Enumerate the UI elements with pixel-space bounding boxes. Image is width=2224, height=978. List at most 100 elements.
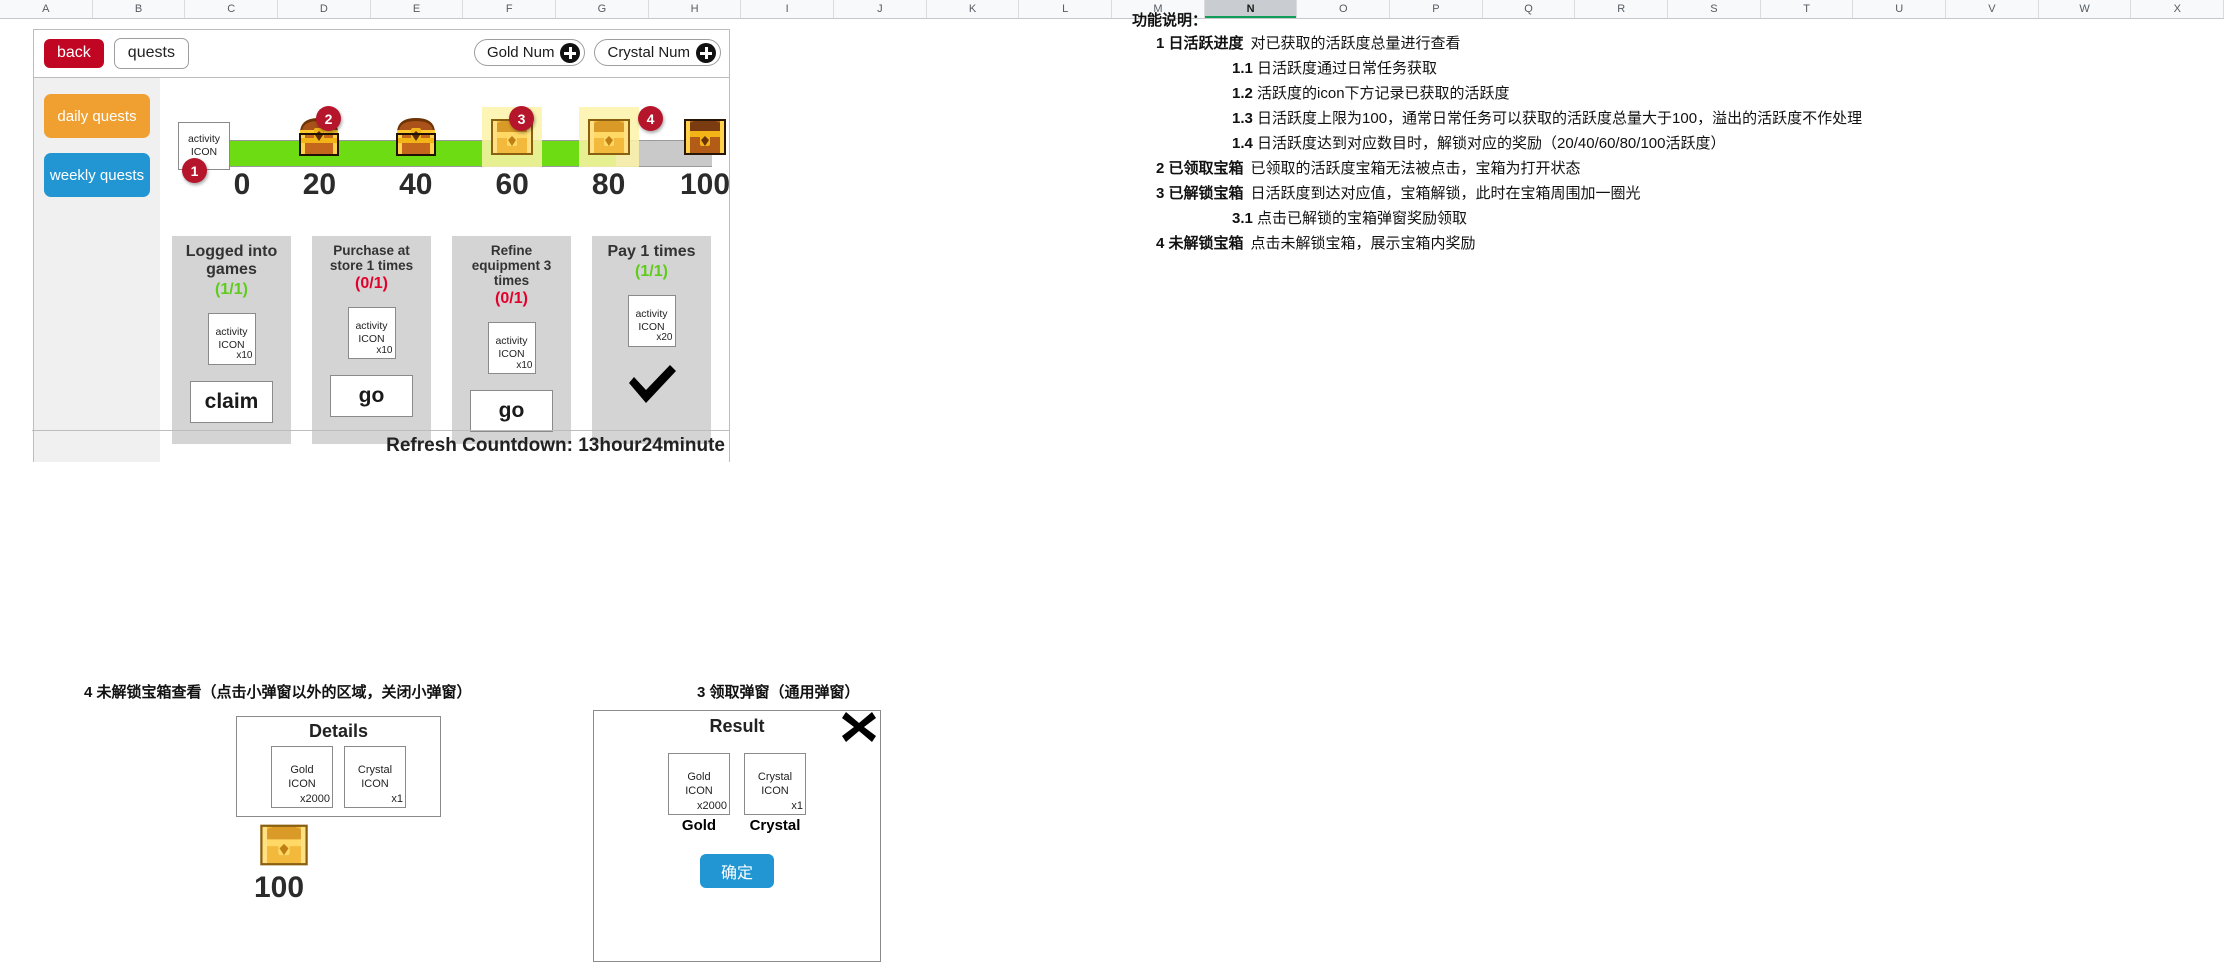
quest-card-title: Purchase at store 1 times xyxy=(329,243,414,274)
quest-card-progress-count: (1/1) xyxy=(635,262,668,280)
gold-currency-pill[interactable]: Gold Num xyxy=(473,39,586,66)
treasure-chest-icon[interactable] xyxy=(258,819,310,871)
result-item-qty: x1 xyxy=(791,799,803,812)
quest-card-title: Pay 1 times xyxy=(607,243,696,260)
crystal-currency-label: Crystal Num xyxy=(607,44,690,61)
doc-line-number: 3.1 xyxy=(1232,210,1253,227)
doc-line-1-3: 1.3 日活跃度上限为100，通常日常任务可以获取的活跃度总量大于100，溢出的… xyxy=(1132,111,2212,126)
currency-group: Gold Num Crystal Num xyxy=(473,39,721,66)
result-item-gold-column: Gold ICON x2000 Gold xyxy=(668,753,730,834)
doc-line-term: 已解锁宝箱 xyxy=(1168,185,1244,202)
result-item-crystal-column: Crystal ICON x1 Crystal xyxy=(744,753,806,834)
result-panel-title: Result xyxy=(709,716,765,736)
plus-circle-icon[interactable] xyxy=(696,43,716,63)
doc-line-3: 3 已解锁宝箱 日活跃度到达对应值，宝箱解锁，此时在宝箱周围加一圈光 xyxy=(1132,186,2212,201)
column-header-j[interactable]: J xyxy=(834,0,927,18)
quest-action-button-go[interactable]: go xyxy=(330,375,413,418)
quest-action-button-go[interactable]: go xyxy=(470,390,553,433)
confirm-button[interactable]: 确定 xyxy=(700,854,774,888)
quest-card-2: Purchase at store 1 times (0/1) activity IC… xyxy=(312,236,431,445)
column-header-d[interactable]: D xyxy=(278,0,371,18)
result-item-line1: Crystal xyxy=(757,770,793,783)
reward-item-line2: ICON xyxy=(288,778,316,790)
quest-reward-box[interactable]: activity ICON x10 xyxy=(207,312,256,365)
doc-line-text: 日活跃度达到对应数目时，解锁对应的奖励（20/40/60/80/100活跃度） xyxy=(1257,135,1726,152)
quest-reward-box[interactable]: activity ICON x10 xyxy=(487,322,536,375)
doc-line-1-1: 1.1 日活跃度通过日常任务获取 xyxy=(1132,61,2212,76)
doc-line-1: 1 日活跃进度 对已获取的活跃度总量进行查看 xyxy=(1132,36,2212,51)
sidebar-item-label: weekly quests xyxy=(49,166,145,184)
chest-100-locked[interactable] xyxy=(682,114,728,160)
quest-card-1: Logged into games (1/1) activity ICON x10 cla… xyxy=(172,236,291,445)
column-header-g[interactable]: G xyxy=(556,0,649,18)
doc-line-term: 未解锁宝箱 xyxy=(1168,235,1244,252)
result-popup-caption: 3 领取弹窗（通用弹窗） xyxy=(697,684,860,701)
annotation-badge-1: 1 xyxy=(182,158,207,183)
details-panel: Details Gold ICON x2000 Crystal ICON x1 xyxy=(236,716,441,817)
sidebar-item-daily-quests[interactable]: daily quests xyxy=(44,94,150,138)
chest-40-claimed[interactable] xyxy=(393,114,439,160)
reward-qty: x10 xyxy=(516,359,533,371)
quest-card-list: Logged into games (1/1) activity ICON x10 cla… xyxy=(172,236,712,445)
unlocked-chest-details-popup: Details Gold ICON x2000 Crystal ICON x1 … xyxy=(236,716,441,905)
back-button[interactable]: back xyxy=(44,39,104,68)
quests-button[interactable]: quests xyxy=(113,38,189,69)
doc-line-text: 点击未解锁宝箱，展示宝箱内奖励 xyxy=(1250,235,1476,252)
doc-line-text: 日活跃度通过日常任务获取 xyxy=(1257,60,1438,77)
column-header-f[interactable]: F xyxy=(463,0,557,18)
refresh-countdown-value: 13hour24minute xyxy=(578,435,725,456)
plus-circle-icon[interactable] xyxy=(560,43,581,63)
details-panel-title: Details xyxy=(308,721,369,741)
doc-line-number: 1.1 xyxy=(1232,60,1253,77)
quest-sidebar: daily quests weekly quests xyxy=(34,78,160,462)
doc-line-4: 4 未解锁宝箱 点击未解锁宝箱，展示宝箱内奖励 xyxy=(1132,236,2212,251)
result-item-name: Crystal xyxy=(749,817,801,834)
reward-item-crystal[interactable]: Crystal ICON x1 xyxy=(344,746,406,808)
quest-action-button-claim[interactable]: claim xyxy=(190,380,273,423)
doc-line-number: 1 xyxy=(1156,35,1165,52)
annotation-badge-2: 2 xyxy=(316,106,341,131)
result-item-gold[interactable]: Gold ICON x2000 xyxy=(668,753,730,815)
close-x-icon[interactable] xyxy=(839,707,879,747)
doc-line-text: 日活跃度到达对应值，宝箱解锁，此时在宝箱周围加一圈光 xyxy=(1250,185,1641,202)
column-header-k[interactable]: K xyxy=(927,0,1020,18)
details-popup-caption: 4 未解锁宝箱查看（点击小弹窗以外的区域，关闭小弹窗） xyxy=(84,684,472,701)
doc-line-text: 点击已解锁的宝箱弹窗奖励领取 xyxy=(1257,210,1468,227)
doc-line-1-2: 1.2 活跃度的icon下方记录已获取的活跃度 xyxy=(1132,86,2212,101)
result-item-crystal[interactable]: Crystal ICON x1 xyxy=(744,753,806,815)
column-header-a[interactable]: A xyxy=(0,0,93,18)
quest-screen-mockup: back quests Gold Num Crystal Num daily q… xyxy=(32,29,730,462)
column-header-e[interactable]: E xyxy=(371,0,464,18)
claim-result-popup: Result Gold ICON x2000 Gold Crystal ICON… xyxy=(593,710,881,962)
doc-line-text: 对已获取的活跃度总量进行查看 xyxy=(1250,35,1461,52)
tick-label-40: 40 xyxy=(399,168,433,201)
quest-card-3: Refine equipment 3 times (0/1) activity ICO… xyxy=(452,236,571,445)
functional-spec-panel: 功能说明： 1 日活跃进度 对已获取的活跃度总量进行查看 1.1 日活跃度通过日常任… xyxy=(1132,13,2212,261)
doc-line-number: 4 xyxy=(1156,235,1165,252)
quest-reward-box[interactable]: activity ICON x10 xyxy=(347,307,396,360)
quest-card-4: Pay 1 times (1/1) activity ICON x20 xyxy=(592,236,711,445)
doc-line-2: 2 已领取宝箱 已领取的活跃度宝箱无法被点击，宝箱为打开状态 xyxy=(1132,161,2212,176)
quest-completed-check-icon xyxy=(610,363,693,405)
details-chest-value: 100 xyxy=(254,871,305,904)
column-header-l[interactable]: L xyxy=(1019,0,1113,18)
chest-80-unlocked[interactable] xyxy=(578,107,639,167)
doc-line-list: 1 日活跃进度 对已获取的活跃度总量进行查看 1.1 日活跃度通过日常任务获取 1.2… xyxy=(1132,36,2212,251)
quest-reward-box[interactable]: activity ICON x20 xyxy=(627,294,676,347)
reward-item-line1: Crystal xyxy=(357,763,393,776)
result-item-list: Gold ICON x2000 Gold Crystal ICON x1 Cry… xyxy=(594,753,880,834)
quest-main-panel: activity ICON 0 20 40 60 80 100 1 2 3 4 … xyxy=(160,78,730,462)
details-item-list: Gold ICON x2000 Crystal ICON x1 xyxy=(245,746,432,808)
tick-label-100: 100 xyxy=(679,168,731,201)
sidebar-item-weekly-quests[interactable]: weekly quests xyxy=(44,153,150,197)
sidebar-item-label: daily quests xyxy=(57,107,137,125)
column-header-i[interactable]: I xyxy=(741,0,835,18)
result-item-line2: ICON xyxy=(685,785,713,797)
result-item-qty: x2000 xyxy=(697,799,727,812)
column-header-b[interactable]: B xyxy=(93,0,186,18)
crystal-currency-pill[interactable]: Crystal Num xyxy=(594,39,721,66)
result-item-name: Gold xyxy=(681,817,717,834)
column-header-c[interactable]: C xyxy=(185,0,279,18)
column-header-h[interactable]: H xyxy=(649,0,742,18)
reward-item-gold[interactable]: Gold ICON x2000 xyxy=(271,746,333,808)
